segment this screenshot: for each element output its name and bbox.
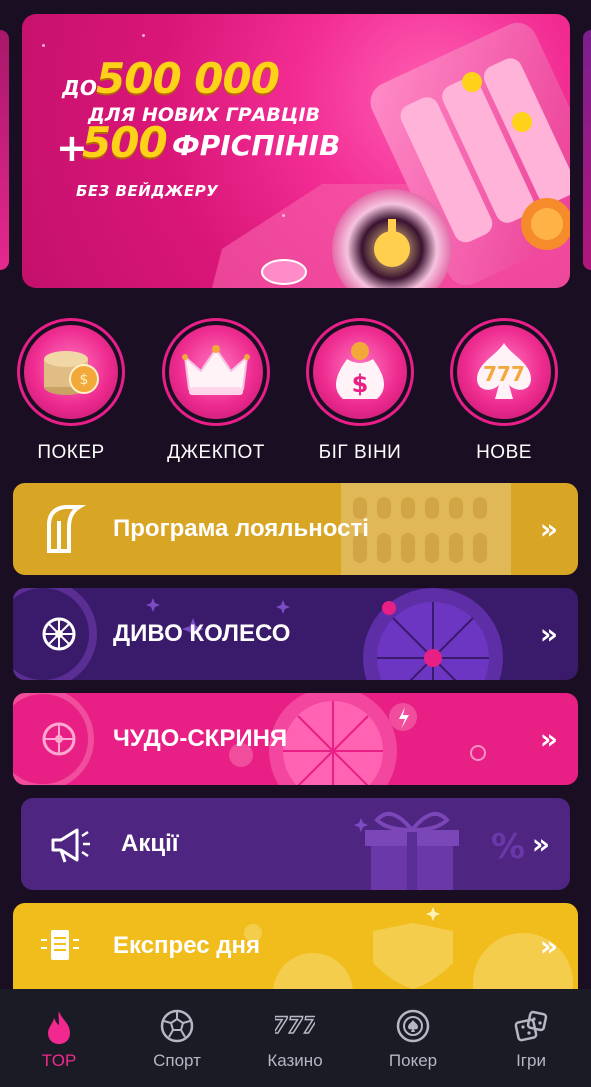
nav-sport[interactable]: Спорт: [118, 989, 236, 1087]
chest-wheel-illustration: [13, 693, 486, 785]
spartan-helmet-icon: [47, 505, 87, 553]
gift-illustration: %: [354, 811, 525, 890]
svg-text:777: 777: [483, 362, 525, 386]
banner-prefix: ДО: [62, 76, 97, 100]
wonder-wheel-card[interactable]: ДИВО КОЛЕСО »: [13, 588, 578, 680]
category-ring: 777: [450, 318, 558, 426]
nav-casino[interactable]: 777 Казино: [236, 989, 354, 1087]
sevens-icon: 777: [477, 343, 531, 399]
banner-freespins-count: 500: [82, 118, 168, 167]
soccer-ball-icon: [160, 1009, 194, 1043]
nav-games[interactable]: Ігри: [472, 989, 590, 1087]
wheel-illustration: [13, 588, 503, 680]
sports-balls-illustration: [244, 907, 573, 989]
promotions-card[interactable]: % Акції »: [21, 798, 570, 890]
category-jackpot[interactable]: ДЖЕКПОТ: [157, 318, 275, 464]
nav-label: Казино: [267, 1051, 323, 1070]
category-label: ПОКЕР: [37, 442, 105, 463]
nav-label: Покер: [388, 1051, 438, 1070]
chevron-double-right-icon: »: [539, 722, 558, 756]
loyalty-title: Програма лояльності: [113, 515, 369, 542]
category-big-wins[interactable]: $ БІГ ВІНИ: [301, 318, 419, 464]
wonder-chest-card[interactable]: ЧУДО-СКРИНЯ »: [13, 693, 578, 785]
svg-text:$: $: [80, 372, 89, 388]
svg-text:$: $: [352, 370, 369, 398]
carousel-next-slide[interactable]: [583, 30, 591, 270]
ticket-icon: [41, 930, 79, 960]
svg-text:777: 777: [275, 1014, 315, 1039]
loyalty-program-card[interactable]: Програма лояльності »: [13, 483, 578, 575]
category-ring: $: [306, 318, 414, 426]
category-ring: [162, 318, 270, 426]
poker-chip-icon: [396, 1009, 430, 1043]
wheel-icon: [42, 722, 76, 756]
nav-top[interactable]: TOP: [0, 989, 118, 1087]
chevron-double-right-icon: »: [539, 512, 558, 546]
bottom-navigation: TOP Спорт 777 Казино Покер: [0, 989, 591, 1087]
category-label: НОВЕ: [476, 442, 532, 463]
promotions-title: Акції: [121, 830, 179, 857]
welcome-bonus-banner[interactable]: ДО 500 000 ДЛЯ НОВИХ ГРАВЦІВ + 500 ФРІСП…: [22, 14, 570, 288]
wheel-icon: [42, 617, 76, 651]
category-new[interactable]: 777 НОВЕ: [445, 318, 563, 464]
money-bag-icon: $: [336, 342, 384, 399]
nav-label: Ігри: [516, 1051, 546, 1070]
sevens-icon: 777: [275, 1013, 315, 1039]
category-ring: $: [17, 318, 125, 426]
carousel-prev-slide[interactable]: [0, 30, 9, 270]
banner-wager-note: БЕЗ ВЕЙДЖЕРУ: [76, 182, 219, 200]
category-poker[interactable]: $ ПОКЕР: [12, 318, 130, 464]
poker-chips-icon: $: [44, 351, 99, 395]
chevron-double-right-icon: »: [539, 929, 558, 963]
chevron-double-right-icon: »: [539, 617, 558, 651]
express-of-day-card[interactable]: Експрес дня »: [13, 903, 578, 989]
flame-icon: [48, 1011, 70, 1044]
megaphone-icon: [51, 828, 90, 863]
wonder-chest-title: ЧУДО-СКРИНЯ: [113, 725, 288, 752]
nav-poker[interactable]: Покер: [354, 989, 472, 1087]
crown-icon: [182, 345, 250, 395]
category-row: $ ПОКЕР ДЖЕКПОТ $ БІГ ВІНИ 777 НОВЕ: [0, 318, 591, 468]
category-label: ДЖЕКПОТ: [167, 442, 265, 463]
dice-icon: [514, 1010, 548, 1042]
category-label: БІГ ВІНИ: [318, 442, 402, 463]
wonder-wheel-title: ДИВО КОЛЕСО: [113, 620, 291, 647]
banner-freespins-label: ФРІСПІНІВ: [172, 129, 341, 162]
nav-label: TOP: [41, 1051, 77, 1070]
express-title: Експрес дня: [113, 932, 260, 959]
svg-text:%: %: [491, 827, 525, 867]
chevron-double-right-icon: »: [531, 827, 550, 861]
banner-amount: 500 000: [96, 54, 280, 103]
nav-label: Спорт: [153, 1051, 201, 1070]
